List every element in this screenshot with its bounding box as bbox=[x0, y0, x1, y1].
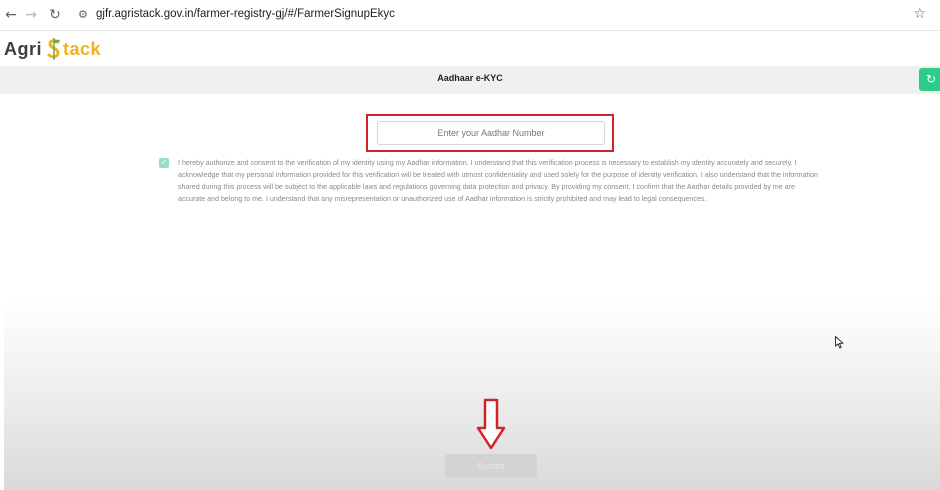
site-header: Agri tack bbox=[0, 31, 940, 66]
site-info-icon[interactable]: ⚙ bbox=[78, 9, 90, 21]
logo-s-leaf-icon bbox=[47, 38, 60, 60]
back-icon[interactable]: ← bbox=[2, 6, 20, 24]
address-bar[interactable]: gjfr.agristack.gov.in/farmer-registry-gj… bbox=[96, 8, 395, 20]
logo-text-stack: tack bbox=[63, 38, 102, 59]
down-arrow-annotation-icon bbox=[476, 398, 506, 450]
forward-icon[interactable]: → bbox=[22, 6, 40, 24]
refresh-button[interactable]: ↻ bbox=[919, 68, 940, 91]
consent-text: I hereby authorize and consent to the ve… bbox=[178, 159, 818, 203]
reload-icon[interactable]: ↻ bbox=[46, 6, 64, 24]
ekyc-form-panel bbox=[4, 94, 940, 490]
submit-button[interactable]: Submit bbox=[445, 454, 537, 478]
browser-toolbar: ← → ↻ ⚙ gjfr.agristack.gov.in/farmer-reg… bbox=[0, 0, 940, 31]
logo-text-agri: Agri bbox=[4, 38, 42, 59]
agristack-logo[interactable]: Agri tack bbox=[4, 35, 101, 63]
bookmark-star-icon[interactable]: ☆ bbox=[913, 6, 926, 22]
consent-checkbox[interactable]: ✓ bbox=[159, 158, 169, 168]
mouse-cursor-icon bbox=[835, 336, 844, 349]
page-title: Aadhaar e-KYC bbox=[437, 73, 503, 83]
aadhar-number-input[interactable] bbox=[377, 121, 605, 145]
title-band: Aadhaar e-KYC ↻ bbox=[0, 66, 940, 94]
